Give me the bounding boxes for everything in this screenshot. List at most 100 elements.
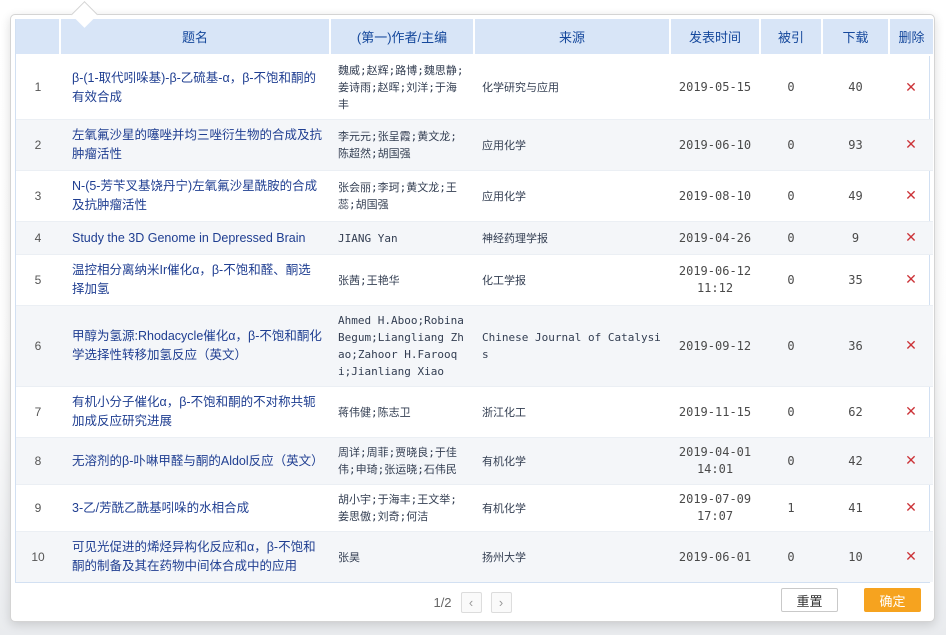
delete-icon[interactable]: ✕: [905, 498, 917, 517]
publish-date-cell: 2019-06-01: [670, 532, 760, 583]
title-cell: 温控相分离纳米Ir催化α，β-不饱和醛、酮选择加氢: [60, 255, 330, 306]
download-count-cell: 35: [822, 255, 889, 306]
col-header-index: [16, 19, 60, 55]
delete-icon[interactable]: ✕: [905, 186, 917, 205]
page-indicator: 1/2: [433, 595, 451, 610]
cited-count-cell: 0: [760, 120, 822, 171]
source-cell: 化学研究与应用: [474, 55, 670, 120]
row-index: 2: [16, 120, 60, 171]
delete-icon[interactable]: ✕: [905, 336, 917, 355]
col-header-author: (第一)作者/主编: [330, 19, 474, 55]
publish-date-cell: 2019-04-01 14:01: [670, 438, 760, 485]
table-row: 10 可见光促进的烯烃异构化反应和α，β-不饱和酮的制备及其在药物中间体合成中的…: [16, 532, 933, 583]
delete-cell: ✕: [889, 485, 933, 532]
delete-cell: ✕: [889, 438, 933, 485]
source-cell: 浙江化工: [474, 387, 670, 438]
paper-title-link[interactable]: Study the 3D Genome in Depressed Brain: [72, 231, 305, 245]
paper-title-link[interactable]: 可见光促进的烯烃异构化反应和α，β-不饱和酮的制备及其在药物中间体合成中的应用: [72, 540, 316, 573]
row-index: 6: [16, 306, 60, 387]
source-cell: 有机化学: [474, 438, 670, 485]
delete-icon[interactable]: ✕: [905, 78, 917, 97]
results-popover: 题名 (第一)作者/主编 来源 发表时间 被引 下载 删除 1 β-(1-取代吲…: [10, 14, 935, 622]
delete-icon[interactable]: ✕: [905, 228, 917, 247]
authors-cell: 魏威;赵辉;路博;魏思静;姜诗雨;赵晖;刘洋;于海丰: [330, 55, 474, 120]
row-index: 1: [16, 55, 60, 120]
delete-cell: ✕: [889, 306, 933, 387]
table-row: 4 Study the 3D Genome in Depressed Brain…: [16, 222, 933, 255]
row-index: 4: [16, 222, 60, 255]
paper-title-link[interactable]: 无溶剂的β-卟啉甲醛与酮的Aldol反应（英文）: [72, 454, 324, 468]
source-cell: Chinese Journal of Catalysis: [474, 306, 670, 387]
title-cell: Study the 3D Genome in Depressed Brain: [60, 222, 330, 255]
cited-count-cell: 0: [760, 171, 822, 222]
footer-actions: 重置 确定: [781, 588, 921, 612]
authors-cell: 胡小宇;于海丰;王文举;姜思傲;刘奇;何洁: [330, 485, 474, 532]
table-row: 5 温控相分离纳米Ir催化α，β-不饱和醛、酮选择加氢 张茜;王艳华 化工学报 …: [16, 255, 933, 306]
table-body: 1 β-(1-取代吲哚基)-β-乙硫基-α，β-不饱和酮的有效合成 魏威;赵辉;…: [16, 55, 933, 582]
col-header-downloads: 下载: [822, 19, 889, 55]
delete-cell: ✕: [889, 171, 933, 222]
col-header-cited: 被引: [760, 19, 822, 55]
download-count-cell: 36: [822, 306, 889, 387]
authors-cell: Ahmed H.Aboo;Robina Begum;Liangliang Zha…: [330, 306, 474, 387]
delete-icon[interactable]: ✕: [905, 451, 917, 470]
download-count-cell: 9: [822, 222, 889, 255]
paper-title-link[interactable]: 甲醇为氢源:Rhodacycle催化α，β-不饱和酮化学选择性转移加氢反应（英文…: [72, 329, 322, 362]
confirm-button[interactable]: 确定: [864, 588, 921, 612]
delete-cell: ✕: [889, 120, 933, 171]
publish-date-cell: 2019-08-10: [670, 171, 760, 222]
col-header-source: 来源: [474, 19, 670, 55]
delete-icon[interactable]: ✕: [905, 135, 917, 154]
paper-title-link[interactable]: 有机小分子催化α，β-不饱和酮的不对称共轭加成反应研究进展: [72, 395, 316, 428]
col-header-title: 题名: [60, 19, 330, 55]
footer: 1/2 ‹ › 重置 确定: [15, 583, 930, 615]
page-background: 题名 (第一)作者/主编 来源 发表时间 被引 下载 删除 1 β-(1-取代吲…: [0, 0, 946, 635]
cited-count-cell: 0: [760, 255, 822, 306]
delete-cell: ✕: [889, 222, 933, 255]
paper-title-link[interactable]: N-(5-芳苄叉基饶丹宁)左氧氟沙星酰胺的合成及抗肿瘤活性: [72, 179, 317, 212]
delete-icon[interactable]: ✕: [905, 402, 917, 421]
title-cell: 3-乙/芳酰乙酰基吲哚的水相合成: [60, 485, 330, 532]
source-cell: 应用化学: [474, 120, 670, 171]
publish-date-cell: 2019-06-10: [670, 120, 760, 171]
title-cell: 左氧氟沙星的噻唑并均三唑衍生物的合成及抗肿瘤活性: [60, 120, 330, 171]
cited-count-cell: 0: [760, 306, 822, 387]
table-row: 3 N-(5-芳苄叉基饶丹宁)左氧氟沙星酰胺的合成及抗肿瘤活性 张会丽;李珂;黄…: [16, 171, 933, 222]
cited-count-cell: 0: [760, 222, 822, 255]
title-cell: 甲醇为氢源:Rhodacycle催化α，β-不饱和酮化学选择性转移加氢反应（英文…: [60, 306, 330, 387]
download-count-cell: 42: [822, 438, 889, 485]
download-count-cell: 62: [822, 387, 889, 438]
table-row: 8 无溶剂的β-卟啉甲醛与酮的Aldol反应（英文） 周详;周菲;贾晓良;于佳伟…: [16, 438, 933, 485]
next-page-button[interactable]: ›: [491, 592, 512, 613]
cited-count-cell: 0: [760, 532, 822, 583]
source-cell: 神经药理学报: [474, 222, 670, 255]
table-row: 6 甲醇为氢源:Rhodacycle催化α，β-不饱和酮化学选择性转移加氢反应（…: [16, 306, 933, 387]
row-index: 8: [16, 438, 60, 485]
paper-title-link[interactable]: 3-乙/芳酰乙酰基吲哚的水相合成: [72, 501, 249, 515]
paper-title-link[interactable]: 左氧氟沙星的噻唑并均三唑衍生物的合成及抗肿瘤活性: [72, 128, 322, 161]
table-row: 7 有机小分子催化α，β-不饱和酮的不对称共轭加成反应研究进展 蒋伟健;陈志卫 …: [16, 387, 933, 438]
download-count-cell: 93: [822, 120, 889, 171]
delete-cell: ✕: [889, 255, 933, 306]
publish-date-cell: 2019-05-15: [670, 55, 760, 120]
paper-title-link[interactable]: 温控相分离纳米Ir催化α，β-不饱和醛、酮选择加氢: [72, 263, 311, 296]
delete-cell: ✕: [889, 532, 933, 583]
authors-cell: 蒋伟健;陈志卫: [330, 387, 474, 438]
publish-date-cell: 2019-11-15: [670, 387, 760, 438]
title-cell: 可见光促进的烯烃异构化反应和α，β-不饱和酮的制备及其在药物中间体合成中的应用: [60, 532, 330, 583]
table-row: 9 3-乙/芳酰乙酰基吲哚的水相合成 胡小宇;于海丰;王文举;姜思傲;刘奇;何洁…: [16, 485, 933, 532]
paper-title-link[interactable]: β-(1-取代吲哚基)-β-乙硫基-α，β-不饱和酮的有效合成: [72, 71, 316, 104]
row-index: 5: [16, 255, 60, 306]
source-cell: 化工学报: [474, 255, 670, 306]
results-table-wrap: 题名 (第一)作者/主编 来源 发表时间 被引 下载 删除 1 β-(1-取代吲…: [15, 19, 930, 583]
source-cell: 扬州大学: [474, 532, 670, 583]
download-count-cell: 49: [822, 171, 889, 222]
prev-page-button[interactable]: ‹: [461, 592, 482, 613]
delete-icon[interactable]: ✕: [905, 547, 917, 566]
table-row: 1 β-(1-取代吲哚基)-β-乙硫基-α，β-不饱和酮的有效合成 魏威;赵辉;…: [16, 55, 933, 120]
reset-button[interactable]: 重置: [781, 588, 838, 612]
download-count-cell: 10: [822, 532, 889, 583]
delete-cell: ✕: [889, 55, 933, 120]
authors-cell: 李元元;张呈霞;黄文龙;陈超然;胡国强: [330, 120, 474, 171]
delete-icon[interactable]: ✕: [905, 270, 917, 289]
